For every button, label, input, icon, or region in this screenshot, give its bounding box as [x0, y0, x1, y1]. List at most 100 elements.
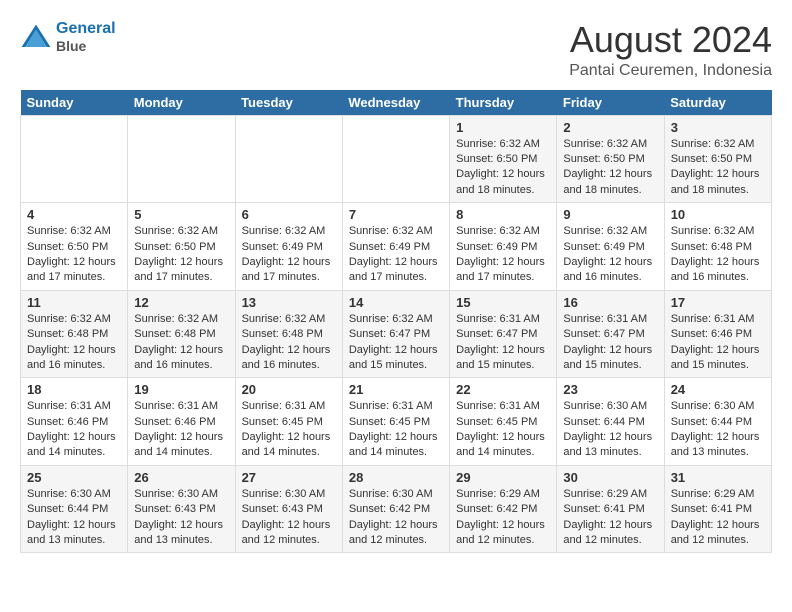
days-header-row: SundayMondayTuesdayWednesdayThursdayFrid…	[21, 90, 772, 116]
calendar-cell: 27Sunrise: 6:30 AM Sunset: 6:43 PM Dayli…	[235, 465, 342, 553]
calendar-cell: 22 Sunrise: 6:31 AM Sunset: 6:45 PM Dayli…	[450, 378, 557, 466]
calendar-cell: 26 Sunrise: 6:30 AM Sunset: 6:43 PM Dayli…	[128, 465, 235, 553]
calendar-cell: 18 Sunrise: 6:31 AM Sunset: 6:46 PM Dayli…	[21, 378, 128, 466]
day-detail: Sunrise: 6:30 AM Sunset: 6:43 PM Dayligh…	[134, 487, 228, 549]
day-detail: Sunrise: 6:30 AM Sunset: 6:44 PM Dayligh…	[563, 399, 657, 461]
day-number: 29	[456, 470, 550, 485]
day-number: 11	[27, 295, 121, 310]
page-header: General Blue August 2024 Pantai Ceuremen…	[20, 20, 772, 80]
calendar-cell: 15Sunrise: 6:31 AM Sunset: 6:47 PM Dayli…	[450, 290, 557, 378]
calendar-cell: 7 Sunrise: 6:32 AM Sunset: 6:49 PM Daylig…	[342, 203, 449, 291]
day-detail: Sunrise: 6:32 AM Sunset: 6:50 PM Dayligh…	[671, 137, 765, 199]
calendar-cell: 6Sunrise: 6:32 AM Sunset: 6:49 PM Daylig…	[235, 203, 342, 291]
day-detail: Sunrise: 6:31 AM Sunset: 6:46 PM Dayligh…	[134, 399, 228, 461]
calendar-cell	[128, 115, 235, 203]
day-number: 13	[242, 295, 336, 310]
logo-text: General Blue	[56, 20, 116, 54]
day-detail: Sunrise: 6:32 AM Sunset: 6:47 PM Dayligh…	[349, 312, 443, 374]
day-detail: Sunrise: 6:29 AM Sunset: 6:42 PM Dayligh…	[456, 487, 550, 549]
day-detail: Sunrise: 6:32 AM Sunset: 6:49 PM Dayligh…	[349, 224, 443, 286]
day-detail: Sunrise: 6:32 AM Sunset: 6:49 PM Dayligh…	[242, 224, 336, 286]
day-number: 7	[349, 207, 443, 222]
day-detail: Sunrise: 6:31 AM Sunset: 6:47 PM Dayligh…	[563, 312, 657, 374]
day-number: 21	[349, 382, 443, 397]
calendar-cell	[342, 115, 449, 203]
day-detail: Sunrise: 6:30 AM Sunset: 6:42 PM Dayligh…	[349, 487, 443, 549]
calendar-cell: 31Sunrise: 6:29 AM Sunset: 6:41 PM Dayli…	[664, 465, 771, 553]
day-number: 17	[671, 295, 765, 310]
day-number: 8	[456, 207, 550, 222]
day-number: 14	[349, 295, 443, 310]
day-detail: Sunrise: 6:31 AM Sunset: 6:45 PM Dayligh…	[349, 399, 443, 461]
day-number: 12	[134, 295, 228, 310]
day-number: 4	[27, 207, 121, 222]
day-number: 28	[349, 470, 443, 485]
day-number: 22	[456, 382, 550, 397]
calendar-cell: 13 Sunrise: 6:32 AM Sunset: 6:48 PM Dayli…	[235, 290, 342, 378]
calendar-cell: 23 Sunrise: 6:30 AM Sunset: 6:44 PM Dayli…	[557, 378, 664, 466]
calendar-subtitle: Pantai Ceuremen, Indonesia	[569, 62, 772, 80]
calendar-week-5: 25 Sunrise: 6:30 AM Sunset: 6:44 PM Dayli…	[21, 465, 772, 553]
day-number: 16	[563, 295, 657, 310]
calendar-cell: 1Sunrise: 6:32 AM Sunset: 6:50 PM Daylig…	[450, 115, 557, 203]
day-detail: Sunrise: 6:32 AM Sunset: 6:50 PM Dayligh…	[456, 137, 550, 199]
calendar-table: SundayMondayTuesdayWednesdayThursdayFrid…	[20, 90, 772, 554]
day-header-tuesday: Tuesday	[235, 90, 342, 116]
day-detail: Sunrise: 6:31 AM Sunset: 6:45 PM Dayligh…	[242, 399, 336, 461]
day-number: 23	[563, 382, 657, 397]
calendar-cell: 9 Sunrise: 6:32 AM Sunset: 6:49 PM Daylig…	[557, 203, 664, 291]
calendar-week-2: 4 Sunrise: 6:32 AM Sunset: 6:50 PM Daylig…	[21, 203, 772, 291]
day-number: 3	[671, 120, 765, 135]
calendar-cell: 25 Sunrise: 6:30 AM Sunset: 6:44 PM Dayli…	[21, 465, 128, 553]
day-detail: Sunrise: 6:32 AM Sunset: 6:50 PM Dayligh…	[134, 224, 228, 286]
calendar-cell: 4Sunrise: 6:32 AM Sunset: 6:50 PM Daylig…	[21, 203, 128, 291]
title-block: August 2024 Pantai Ceuremen, Indonesia	[569, 20, 772, 80]
day-header-wednesday: Wednesday	[342, 90, 449, 116]
day-detail: Sunrise: 6:31 AM Sunset: 6:47 PM Dayligh…	[456, 312, 550, 374]
day-number: 26	[134, 470, 228, 485]
calendar-cell: 21 Sunrise: 6:31 AM Sunset: 6:45 PM Dayli…	[342, 378, 449, 466]
day-detail: Sunrise: 6:32 AM Sunset: 6:48 PM Dayligh…	[27, 312, 121, 374]
day-header-saturday: Saturday	[664, 90, 771, 116]
calendar-week-3: 11 Sunrise: 6:32 AM Sunset: 6:48 PM Dayli…	[21, 290, 772, 378]
day-number: 24	[671, 382, 765, 397]
calendar-cell: 10 Sunrise: 6:32 AM Sunset: 6:48 PM Dayli…	[664, 203, 771, 291]
day-detail: Sunrise: 6:29 AM Sunset: 6:41 PM Dayligh…	[563, 487, 657, 549]
calendar-cell: 14 Sunrise: 6:32 AM Sunset: 6:47 PM Dayli…	[342, 290, 449, 378]
day-detail: Sunrise: 6:32 AM Sunset: 6:48 PM Dayligh…	[242, 312, 336, 374]
day-detail: Sunrise: 6:30 AM Sunset: 6:44 PM Dayligh…	[671, 399, 765, 461]
day-number: 9	[563, 207, 657, 222]
calendar-week-1: 1Sunrise: 6:32 AM Sunset: 6:50 PM Daylig…	[21, 115, 772, 203]
calendar-cell: 11 Sunrise: 6:32 AM Sunset: 6:48 PM Dayli…	[21, 290, 128, 378]
day-detail: Sunrise: 6:32 AM Sunset: 6:48 PM Dayligh…	[671, 224, 765, 286]
calendar-cell: 19Sunrise: 6:31 AM Sunset: 6:46 PM Dayli…	[128, 378, 235, 466]
calendar-cell	[21, 115, 128, 203]
day-header-sunday: Sunday	[21, 90, 128, 116]
calendar-cell: 28 Sunrise: 6:30 AM Sunset: 6:42 PM Dayli…	[342, 465, 449, 553]
day-number: 20	[242, 382, 336, 397]
calendar-cell: 2Sunrise: 6:32 AM Sunset: 6:50 PM Daylig…	[557, 115, 664, 203]
day-detail: Sunrise: 6:32 AM Sunset: 6:49 PM Dayligh…	[456, 224, 550, 286]
day-detail: Sunrise: 6:31 AM Sunset: 6:45 PM Dayligh…	[456, 399, 550, 461]
calendar-cell: 5Sunrise: 6:32 AM Sunset: 6:50 PM Daylig…	[128, 203, 235, 291]
logo-icon	[20, 23, 52, 51]
calendar-week-4: 18 Sunrise: 6:31 AM Sunset: 6:46 PM Dayli…	[21, 378, 772, 466]
day-number: 30	[563, 470, 657, 485]
day-number: 10	[671, 207, 765, 222]
day-number: 18	[27, 382, 121, 397]
day-detail: Sunrise: 6:31 AM Sunset: 6:46 PM Dayligh…	[671, 312, 765, 374]
calendar-cell: 17 Sunrise: 6:31 AM Sunset: 6:46 PM Dayli…	[664, 290, 771, 378]
day-header-monday: Monday	[128, 90, 235, 116]
day-number: 27	[242, 470, 336, 485]
calendar-cell	[235, 115, 342, 203]
calendar-cell: 30 Sunrise: 6:29 AM Sunset: 6:41 PM Dayli…	[557, 465, 664, 553]
logo: General Blue	[20, 20, 116, 54]
day-number: 25	[27, 470, 121, 485]
day-detail: Sunrise: 6:32 AM Sunset: 6:49 PM Dayligh…	[563, 224, 657, 286]
day-detail: Sunrise: 6:30 AM Sunset: 6:44 PM Dayligh…	[27, 487, 121, 549]
day-detail: Sunrise: 6:29 AM Sunset: 6:41 PM Dayligh…	[671, 487, 765, 549]
calendar-cell: 16 Sunrise: 6:31 AM Sunset: 6:47 PM Dayli…	[557, 290, 664, 378]
day-header-thursday: Thursday	[450, 90, 557, 116]
day-detail: Sunrise: 6:32 AM Sunset: 6:50 PM Dayligh…	[563, 137, 657, 199]
day-detail: Sunrise: 6:31 AM Sunset: 6:46 PM Dayligh…	[27, 399, 121, 461]
